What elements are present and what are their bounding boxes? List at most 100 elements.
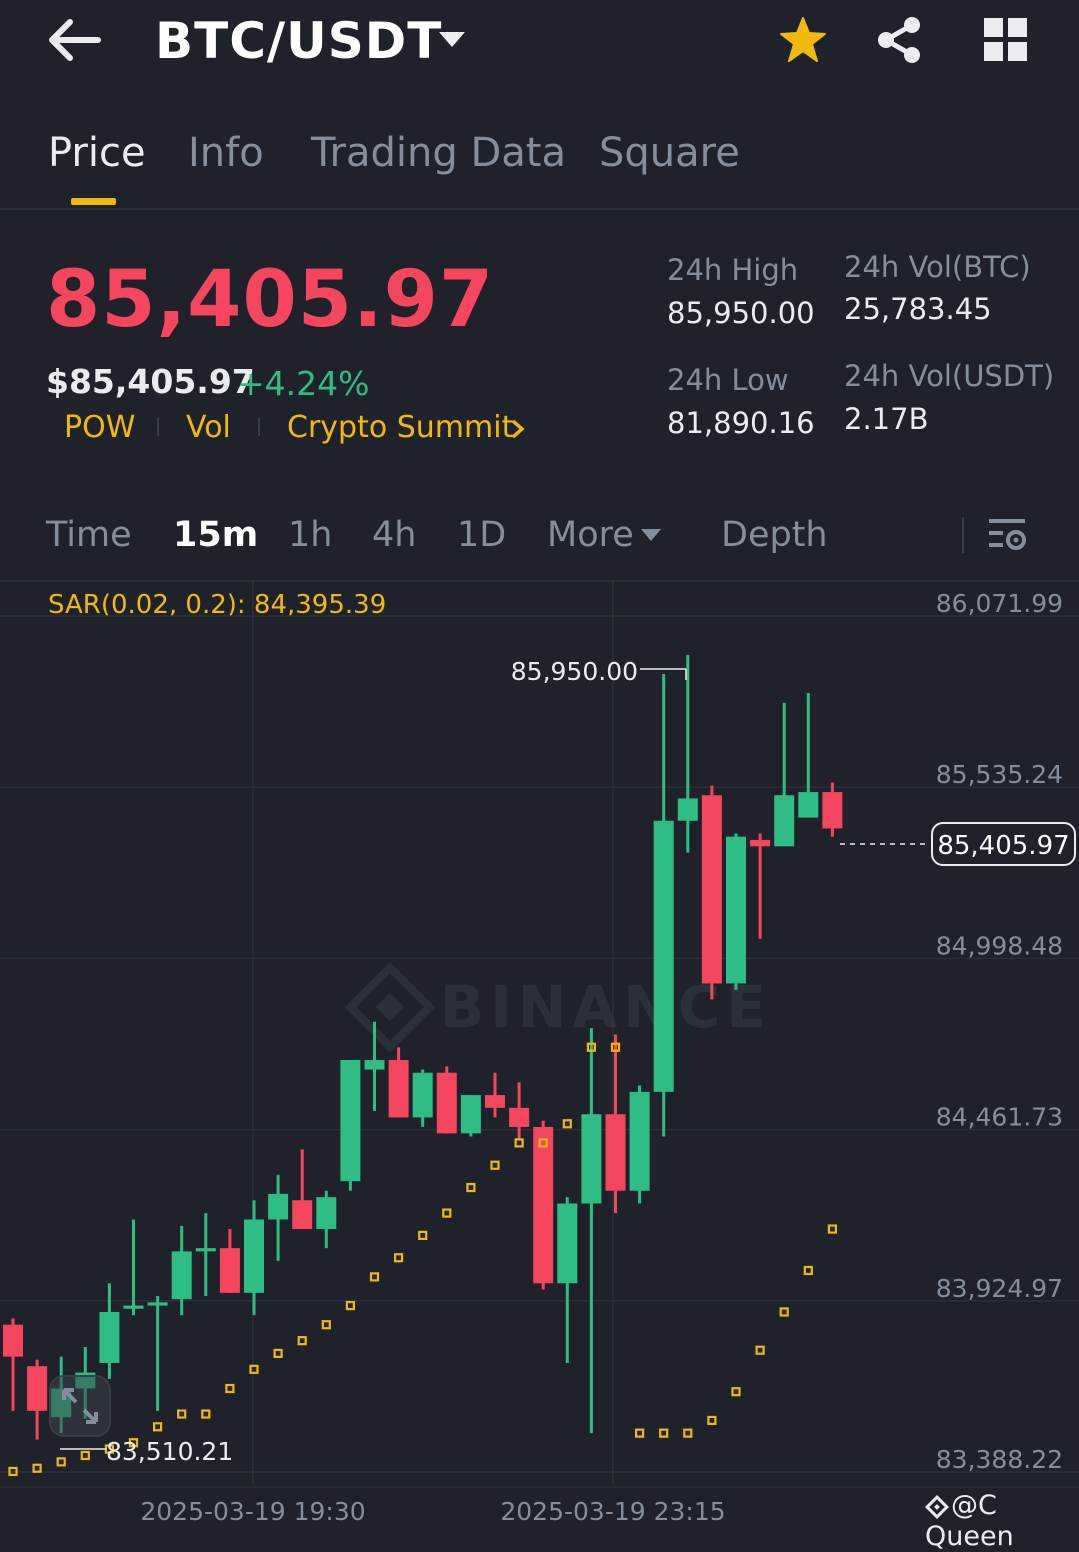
sar-point [32, 1463, 42, 1473]
interval-1h[interactable]: 1h [288, 515, 332, 555]
sar-point [297, 1336, 307, 1346]
candle-body [27, 1366, 48, 1411]
tab-square[interactable]: Square [599, 130, 740, 176]
candle-body [460, 1095, 481, 1134]
tab-price[interactable]: Price [48, 130, 146, 176]
pair-title[interactable]: BTC/USDT [155, 12, 442, 70]
chart-settings-icon[interactable] [989, 517, 1027, 553]
candle-body [629, 1091, 650, 1191]
candle-body [701, 795, 722, 984]
more-caret-icon[interactable] [640, 527, 662, 543]
tab-info[interactable]: Info [188, 130, 264, 176]
tag-crypto-summit[interactable]: Crypto Summit [287, 410, 513, 445]
sar-point [707, 1415, 717, 1425]
y-axis-tick-label: 84,998.48 [936, 931, 1063, 960]
y-axis-tick-label: 86,071.99 [936, 589, 1063, 618]
back-arrow-icon[interactable] [48, 18, 102, 62]
sar-point [153, 1422, 163, 1432]
sar-point [249, 1364, 259, 1374]
candle-body [292, 1200, 313, 1230]
candle-body [485, 1095, 505, 1108]
grid-menu-icon[interactable] [984, 18, 1028, 62]
sar-point [394, 1253, 404, 1263]
favorite-star-icon[interactable] [778, 16, 828, 64]
dropdown-caret-icon[interactable] [437, 28, 467, 50]
binance-logo-icon [924, 1494, 950, 1519]
sar-point [56, 1457, 66, 1467]
candle-body [412, 1072, 433, 1118]
sar-point [659, 1428, 669, 1438]
fullscreen-toggle[interactable] [48, 1374, 112, 1438]
tag-divider [258, 418, 260, 436]
x-axis-tick-label: 2025-03-19 23:15 [500, 1497, 725, 1526]
high-value: 85,950.00 [667, 296, 815, 330]
candle-body [219, 1248, 240, 1293]
vol-btc-value: 25,783.45 [844, 292, 992, 326]
candle-body [268, 1193, 289, 1220]
candle-body [436, 1072, 457, 1134]
sar-point [201, 1409, 211, 1419]
vol-usdt-label: 24h Vol(USDT) [844, 359, 1055, 393]
candle-body [171, 1251, 192, 1300]
sar-point [418, 1230, 428, 1241]
interval-4h[interactable]: 4h [372, 515, 416, 555]
tag-vol[interactable]: Vol [186, 410, 231, 445]
candle-body [316, 1197, 337, 1230]
divider [962, 517, 964, 553]
sar-point [442, 1208, 452, 1218]
sar-point [225, 1383, 235, 1394]
candle-body [147, 1302, 168, 1306]
low-label: 24h Low [667, 363, 789, 397]
candle-body [653, 820, 674, 1092]
y-axis-tick-label: 85,535.24 [936, 760, 1063, 789]
tag-pow[interactable]: POW [64, 410, 135, 445]
high-marker-label: 85,950.00 [511, 657, 638, 686]
tab-trading-data[interactable]: Trading Data [311, 130, 566, 176]
interval-more[interactable]: More [547, 515, 634, 555]
candle-body [677, 798, 698, 821]
active-tab-indicator [71, 198, 116, 205]
interval-time[interactable]: Time [46, 515, 132, 555]
sar-point [80, 1450, 90, 1461]
candle-body [244, 1219, 264, 1293]
share-icon[interactable] [876, 16, 922, 64]
fiat-price: $85,405.97 [46, 362, 255, 401]
sar-point [273, 1348, 283, 1359]
candle-body [798, 792, 819, 818]
y-axis-tick-label: 83,924.97 [936, 1274, 1063, 1303]
interval-15m[interactable]: 15m [173, 515, 258, 555]
sar-point [683, 1428, 693, 1438]
sar-point [345, 1300, 355, 1311]
interval-bar: Time 15m 1h 4h 1D More Depth [0, 495, 1079, 582]
x-axis-tick-label: 2025-03-19 19:30 [140, 1497, 365, 1526]
credit-watermark: @C Queen [924, 1490, 1079, 1552]
sar-point [321, 1320, 331, 1330]
candle-body [557, 1203, 578, 1284]
y-axis-tick-label: 84,461.73 [936, 1103, 1063, 1132]
chevron-right-icon[interactable] [510, 418, 526, 440]
last-price: 85,405.97 [46, 255, 495, 345]
sar-point [490, 1160, 500, 1170]
candlestick-chart[interactable]: BINANCE 85,950.00 83,510.21 86,071.99 85,… [0, 582, 1079, 1529]
candle-body [581, 1114, 602, 1204]
candle-body [3, 1324, 23, 1357]
candle-body [750, 839, 771, 847]
interval-depth[interactable]: Depth [721, 515, 828, 555]
candle-body [822, 792, 843, 829]
y-axis-tick-label: 83,388.22 [936, 1445, 1063, 1474]
watermark-text: BINANCE [440, 973, 772, 1041]
low-value: 81,890.16 [667, 406, 815, 440]
candle-body [364, 1059, 385, 1070]
sar-point [634, 1428, 645, 1438]
sar-point [514, 1138, 524, 1148]
candle-body [774, 795, 795, 847]
interval-1d[interactable]: 1D [457, 515, 506, 555]
candle-body [99, 1311, 120, 1363]
candle-body [726, 836, 746, 984]
sar-point [466, 1182, 476, 1193]
sar-point [177, 1409, 187, 1419]
current-price-tag: 85,405.97 [931, 822, 1076, 866]
page-tabs: Price Info Trading Data Square [0, 120, 1079, 210]
sar-point [803, 1265, 813, 1276]
sar-point [755, 1345, 765, 1355]
